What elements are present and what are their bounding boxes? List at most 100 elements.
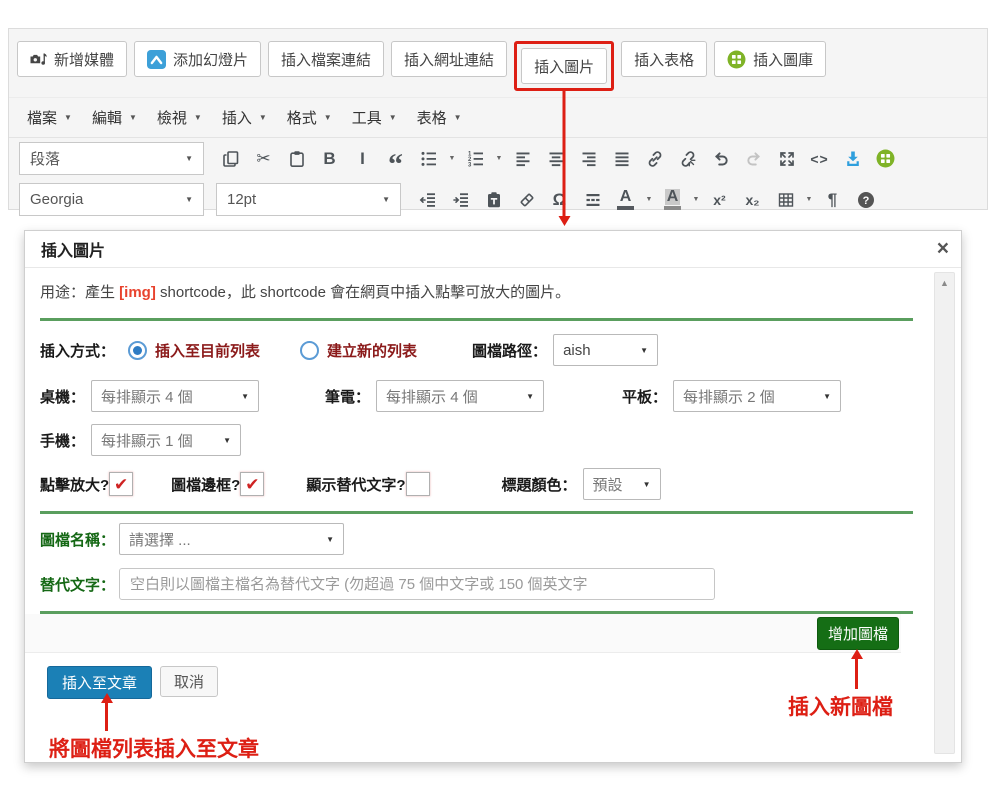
option-new-list-label: 建立新的列表 <box>327 340 417 361</box>
toolbar-row-1: 段落 ✂ B I “ 123 <box>9 138 987 179</box>
add-image-button[interactable]: 增加圖檔 <box>817 617 899 650</box>
annotation-insert-to-post: 將圖檔列表插入至文章 <box>49 733 259 763</box>
undo-icon[interactable] <box>706 144 735 174</box>
close-icon[interactable]: × <box>937 236 949 261</box>
horizontal-rule-icon[interactable] <box>578 185 607 215</box>
menu-edit[interactable]: 編輯 <box>82 100 147 135</box>
red-highlight-frame: 插入圖片 <box>514 41 614 91</box>
align-justify-icon[interactable] <box>607 144 636 174</box>
paste-icon[interactable] <box>282 144 311 174</box>
superscript-icon[interactable]: x² <box>705 185 734 215</box>
align-right-icon[interactable] <box>574 144 603 174</box>
radio-new-list[interactable] <box>300 341 319 360</box>
bullet-list-icon[interactable] <box>414 144 443 174</box>
separator-line <box>40 318 913 321</box>
laptop-count-select[interactable]: 每排顯示 4 個 <box>376 380 544 412</box>
source-code-icon[interactable]: <> <box>805 144 834 174</box>
unlink-icon[interactable] <box>673 144 702 174</box>
tablet-label: 平板： <box>622 386 667 407</box>
background-color-caret[interactable] <box>691 196 701 203</box>
click-zoom-checkbox[interactable]: ✔ <box>109 472 133 496</box>
numbered-list-caret[interactable] <box>494 155 504 162</box>
link-icon[interactable] <box>640 144 669 174</box>
alt-text-label: 替代文字： <box>40 574 115 595</box>
background-color-icon[interactable]: A <box>658 185 687 215</box>
redo-icon[interactable] <box>739 144 768 174</box>
columns-row-1: 桌機： 每排顯示 4 個 筆電： 每排顯示 4 個 平板： 每排顯示 2 個 <box>25 379 961 413</box>
table-caret[interactable] <box>804 196 814 203</box>
text-color-caret[interactable] <box>644 196 654 203</box>
laptop-label: 筆電： <box>325 386 370 407</box>
quicktag-button-row: 新增媒體 添加幻燈片 插入檔案連結 插入網址連結 插入圖片 插入表格 <box>9 29 987 97</box>
phone-label: 手機： <box>40 430 85 451</box>
insert-gallery-label: 插入圖庫 <box>753 49 813 70</box>
numbered-list-icon[interactable]: 123 <box>461 144 490 174</box>
add-media-button[interactable]: 新增媒體 <box>17 41 127 77</box>
font-size-select[interactable]: 12pt <box>216 183 401 216</box>
desktop-count-select[interactable]: 每排顯示 4 個 <box>91 380 259 412</box>
tablet-count-select[interactable]: 每排顯示 2 個 <box>673 380 841 412</box>
image-name-select[interactable]: 請選擇 ... <box>119 523 344 555</box>
indent-icon[interactable] <box>446 185 475 215</box>
insert-to-post-button[interactable]: 插入至文章 <box>47 666 152 699</box>
dialog-scrollbar[interactable]: ▲ <box>934 272 955 754</box>
align-center-icon[interactable] <box>541 144 570 174</box>
pilcrow-icon[interactable]: ¶ <box>818 185 847 215</box>
blockquote-icon[interactable]: “ <box>381 144 410 174</box>
option-current-list-label: 插入至目前列表 <box>155 340 260 361</box>
scroll-up-icon[interactable]: ▲ <box>935 278 954 288</box>
shortcode-text: [img] <box>119 284 156 301</box>
title-color-label: 標題顏色： <box>502 474 577 495</box>
text-color-icon[interactable]: A <box>611 185 640 215</box>
menu-table[interactable]: 表格 <box>407 100 472 135</box>
insert-image-button[interactable]: 插入圖片 <box>521 48 607 84</box>
insert-table-label: 插入表格 <box>634 49 694 70</box>
insert-table-button[interactable]: 插入表格 <box>621 41 707 77</box>
alt-text-input[interactable] <box>119 568 715 600</box>
title-color-select[interactable]: 預設 <box>583 468 661 500</box>
path-select[interactable]: aish <box>553 334 658 366</box>
paste-as-text-icon[interactable] <box>479 185 508 215</box>
gallery-grid-icon[interactable] <box>871 144 900 174</box>
download-icon[interactable] <box>838 144 867 174</box>
cut-icon[interactable]: ✂ <box>249 144 278 174</box>
image-border-checkbox[interactable]: ✔ <box>240 472 264 496</box>
outdent-icon[interactable] <box>413 185 442 215</box>
show-alt-label: 顯示替代文字? <box>306 474 405 495</box>
menu-format[interactable]: 格式 <box>277 100 342 135</box>
copy-icon[interactable] <box>216 144 245 174</box>
italic-icon[interactable]: I <box>348 144 377 174</box>
options-row: 點擊放大? ✔ 圖檔邊框? ✔ 顯示替代文字? 標題顏色： 預設 <box>25 467 961 501</box>
fullscreen-icon[interactable] <box>772 144 801 174</box>
radio-current-list[interactable] <box>128 341 147 360</box>
add-image-bar: 增加圖檔 <box>25 614 901 653</box>
insert-file-link-button[interactable]: 插入檔案連結 <box>268 41 384 77</box>
insert-url-link-button[interactable]: 插入網址連結 <box>391 41 507 77</box>
show-alt-checkbox[interactable] <box>406 472 430 496</box>
menu-view[interactable]: 檢視 <box>147 100 212 135</box>
dialog-description: 用途：產生 [img] shortcode，此 shortcode 會在網頁中插… <box>25 281 961 303</box>
cancel-button[interactable]: 取消 <box>160 666 218 697</box>
special-character-icon[interactable]: Ω <box>545 185 574 215</box>
svg-text:?: ? <box>862 195 869 207</box>
separator-line <box>40 511 913 514</box>
clear-formatting-icon[interactable] <box>512 185 541 215</box>
add-slideshow-button[interactable]: 添加幻燈片 <box>134 41 261 77</box>
align-left-icon[interactable] <box>508 144 537 174</box>
format-select[interactable]: 段落 <box>19 142 204 175</box>
insert-mode-row: 插入方式： 插入至目前列表 建立新的列表 圖檔路徑： aish <box>25 333 961 367</box>
annotation-insert-new-image: 插入新圖檔 <box>788 691 893 721</box>
path-label: 圖檔路徑： <box>472 340 547 361</box>
menu-file[interactable]: 檔案 <box>17 100 82 135</box>
menu-tools[interactable]: 工具 <box>342 100 407 135</box>
help-icon[interactable]: ? <box>851 185 880 215</box>
add-slideshow-label: 添加幻燈片 <box>173 49 248 70</box>
table-icon[interactable] <box>771 185 800 215</box>
menu-insert[interactable]: 插入 <box>212 100 277 135</box>
subscript-icon[interactable]: x₂ <box>738 185 767 215</box>
font-family-select[interactable]: Georgia <box>19 183 204 216</box>
insert-gallery-button[interactable]: 插入圖庫 <box>714 41 826 77</box>
bold-icon[interactable]: B <box>315 144 344 174</box>
bullet-list-caret[interactable] <box>447 155 457 162</box>
phone-count-select[interactable]: 每排顯示 1 個 <box>91 424 241 456</box>
